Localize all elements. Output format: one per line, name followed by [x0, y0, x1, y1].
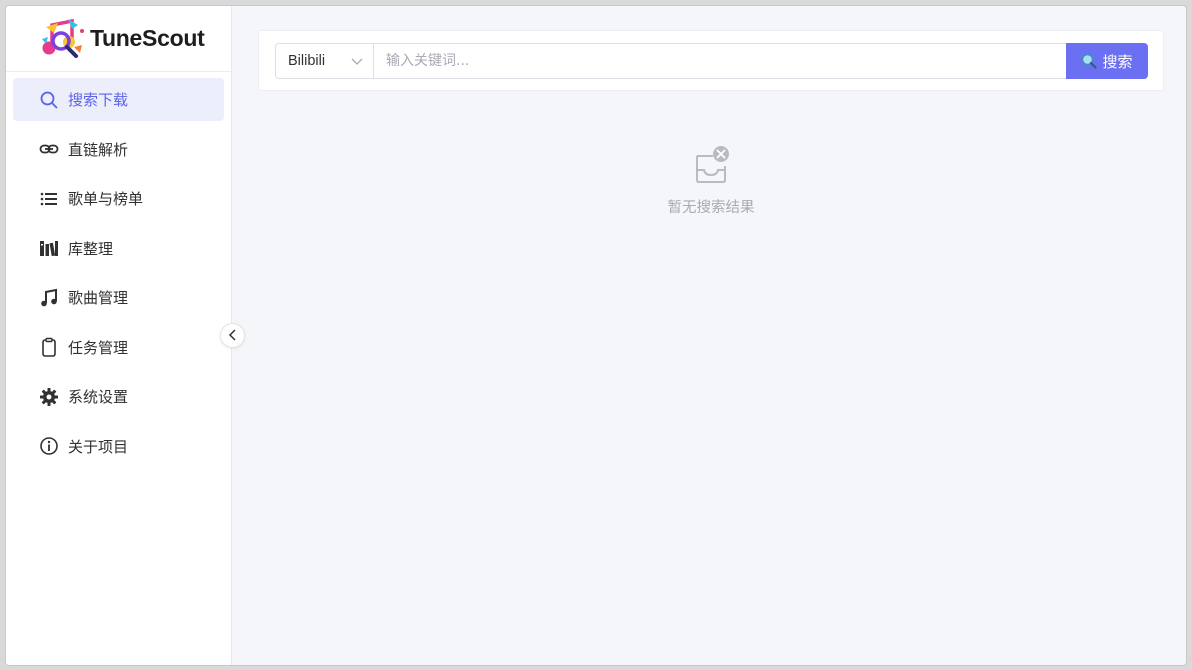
sidebar: TuneScout 搜索下载 直链解析 歌单与榜单 库整理 歌曲管理 任务管理 …: [6, 6, 232, 665]
sidebar-item-label: 搜索下载: [68, 91, 129, 109]
list-icon: [39, 189, 59, 209]
empty-inbox-icon: [691, 144, 731, 186]
sidebar-item-label: 任务管理: [68, 338, 129, 357]
info-icon: [39, 436, 59, 456]
sidebar-item-search-download[interactable]: 搜索下载: [13, 78, 224, 121]
empty-state: 暂无搜索结果: [616, 144, 806, 217]
clipboard-icon: [39, 337, 59, 357]
search-button-label: 搜索: [1102, 53, 1133, 71]
search-input[interactable]: [373, 43, 1067, 79]
sidebar-item-label: 关于项目: [68, 437, 129, 456]
sidebar-item-library[interactable]: 库整理: [13, 227, 224, 270]
magnifier-icon: [1081, 53, 1098, 69]
sidebar-item-label: 库整理: [68, 239, 114, 258]
logo-icon: [38, 17, 84, 61]
sidebar-collapse-button[interactable]: [220, 323, 245, 348]
sidebar-item-about[interactable]: 关于项目: [13, 425, 224, 468]
sidebar-item-tasks[interactable]: 任务管理: [13, 326, 224, 369]
empty-state-text: 暂无搜索结果: [667, 200, 755, 216]
logo: TuneScout: [6, 6, 231, 72]
app-window: TuneScout 搜索下载 直链解析 歌单与榜单 库整理 歌曲管理 任务管理 …: [5, 5, 1187, 666]
library-icon: [39, 238, 59, 258]
search-button[interactable]: 搜索: [1066, 43, 1148, 79]
sidebar-item-label: 系统设置: [68, 388, 129, 406]
sidebar-item-label: 歌曲管理: [68, 289, 129, 307]
sidebar-item-playlists[interactable]: 歌单与榜单: [13, 177, 224, 220]
sidebar-item-link-parse[interactable]: 直链解析: [13, 128, 224, 171]
source-select[interactable]: Bilibili: [275, 43, 373, 79]
sidebar-nav: 搜索下载 直链解析 歌单与榜单 库整理 歌曲管理 任务管理 系统设置 关于项目: [6, 72, 231, 480]
sidebar-item-label: 直链解析: [68, 140, 129, 159]
sidebar-item-settings[interactable]: 系统设置: [13, 375, 224, 418]
source-select-value: Bilibili: [288, 53, 326, 69]
search-card: Bilibili 搜索: [258, 30, 1164, 91]
sidebar-item-label: 歌单与榜单: [68, 190, 144, 208]
app-name: TuneScout: [90, 25, 205, 51]
music-note-icon: [39, 288, 59, 308]
sidebar-item-songs[interactable]: 歌曲管理: [13, 276, 224, 319]
chevron-down-icon: [351, 55, 363, 71]
search-icon: [39, 90, 59, 110]
link-icon: [39, 139, 59, 159]
chevron-left-icon: [228, 326, 238, 345]
gear-icon: [39, 387, 59, 407]
